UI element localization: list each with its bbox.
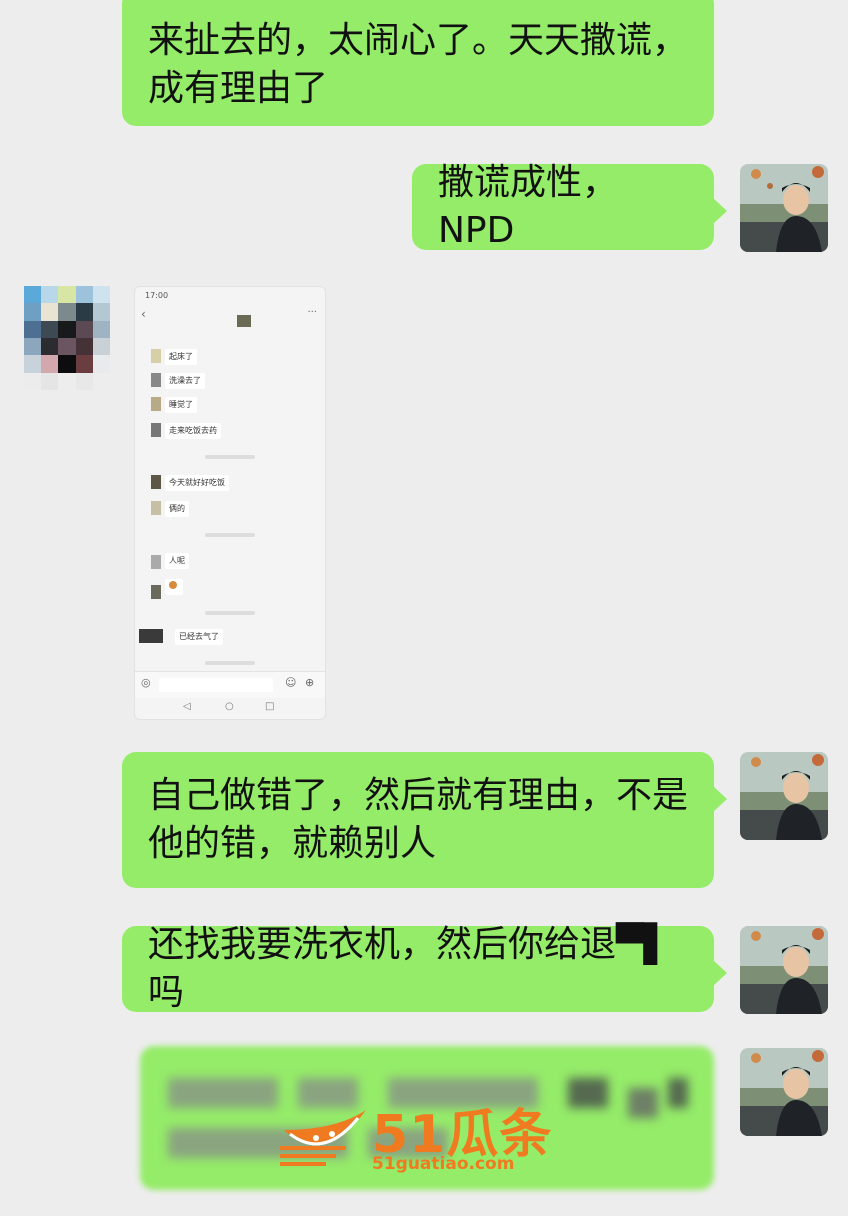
mini-timestamp bbox=[205, 455, 255, 459]
avatar-photo-icon bbox=[740, 926, 828, 1014]
more-icon: ··· bbox=[307, 307, 317, 318]
self-avatar[interactable] bbox=[740, 1048, 828, 1136]
self-avatar[interactable] bbox=[740, 926, 828, 1014]
mini-message: 俩的 bbox=[165, 501, 189, 517]
mini-timestamp bbox=[205, 611, 255, 615]
message-line: 成有理由了 bbox=[148, 68, 329, 109]
mini-avatar bbox=[151, 349, 161, 363]
contact-avatar[interactable] bbox=[24, 286, 110, 390]
mini-avatar bbox=[151, 501, 161, 515]
contact-avatar-mini bbox=[237, 315, 251, 327]
message-line: 他的错，就赖别人 bbox=[148, 823, 437, 864]
mini-message: 人呢 bbox=[165, 553, 189, 569]
mini-message: 已经去气了 bbox=[175, 629, 223, 645]
message-bubble[interactable]: 还找我要洗衣机，然后你给退▀▌吗 bbox=[122, 924, 727, 1013]
mini-message: 洗澡去了 bbox=[165, 373, 205, 389]
emoji-icon: ☺ bbox=[285, 676, 297, 689]
image-message-screenshot[interactable]: 17:00 ‹ ··· 起床了 洗澡去了 睡觉了 走来吃饭去药 今天就好好吃饭 … bbox=[134, 286, 326, 720]
message-line: 自己做错了，然后就有理由，不是 bbox=[148, 775, 689, 816]
nav-home-icon: ○ bbox=[225, 701, 234, 712]
message-bubble[interactable]: 撒谎成性，NPD bbox=[412, 162, 727, 251]
message-line: 还找我要洗衣机，然后你给退▀▌吗 bbox=[148, 924, 672, 1013]
mini-message: 起床了 bbox=[165, 349, 197, 365]
watermark-url: 51guatiao.com bbox=[372, 1154, 515, 1174]
mini-avatar bbox=[151, 373, 161, 387]
mini-avatar bbox=[151, 423, 161, 437]
plus-icon: ⊕ bbox=[305, 676, 315, 689]
mini-avatar bbox=[151, 555, 161, 569]
mini-timestamp bbox=[205, 533, 255, 537]
watermelon-logo-icon bbox=[280, 1110, 366, 1166]
message-line: 来扯去的，太闹心了。天天撒谎， bbox=[148, 20, 689, 61]
voice-icon: ◎ bbox=[141, 676, 151, 689]
mini-avatar bbox=[151, 585, 161, 599]
avatar-photo-icon bbox=[740, 1048, 828, 1136]
message-bubble[interactable]: 自己做错了，然后就有理由，不是 他的错，就赖别人 bbox=[122, 752, 727, 888]
avatar-photo-icon bbox=[740, 164, 828, 252]
mini-sticker bbox=[165, 579, 183, 595]
mini-avatar bbox=[151, 475, 161, 489]
status-time: 17:00 bbox=[145, 291, 169, 300]
avatar-photo-icon bbox=[740, 752, 828, 840]
mini-avatar bbox=[139, 629, 163, 643]
mini-avatar bbox=[151, 397, 161, 411]
mini-message: 睡觉了 bbox=[165, 397, 197, 413]
mini-text-field bbox=[159, 678, 273, 692]
watermark: 51瓜条 51guatiao.com bbox=[276, 1086, 576, 1176]
mini-nav-bar: ◁ ○ □ bbox=[135, 697, 325, 719]
nav-recent-icon: □ bbox=[265, 701, 275, 712]
mini-message: 走来吃饭去药 bbox=[165, 423, 221, 439]
mini-message: 今天就好好吃饭 bbox=[165, 475, 229, 491]
self-avatar[interactable] bbox=[740, 752, 828, 840]
nav-back-icon: ◁ bbox=[183, 701, 191, 712]
mini-timestamp bbox=[205, 661, 255, 665]
mini-input-bar: ◎ ☺ ⊕ bbox=[135, 671, 325, 698]
message-bubble[interactable]: 来扯去的，太闹心了。天天撒谎， 成有理由了 bbox=[122, 0, 714, 126]
back-icon: ‹ bbox=[141, 307, 146, 321]
self-avatar[interactable] bbox=[740, 164, 828, 252]
message-line: 撒谎成性，NPD bbox=[438, 162, 619, 251]
